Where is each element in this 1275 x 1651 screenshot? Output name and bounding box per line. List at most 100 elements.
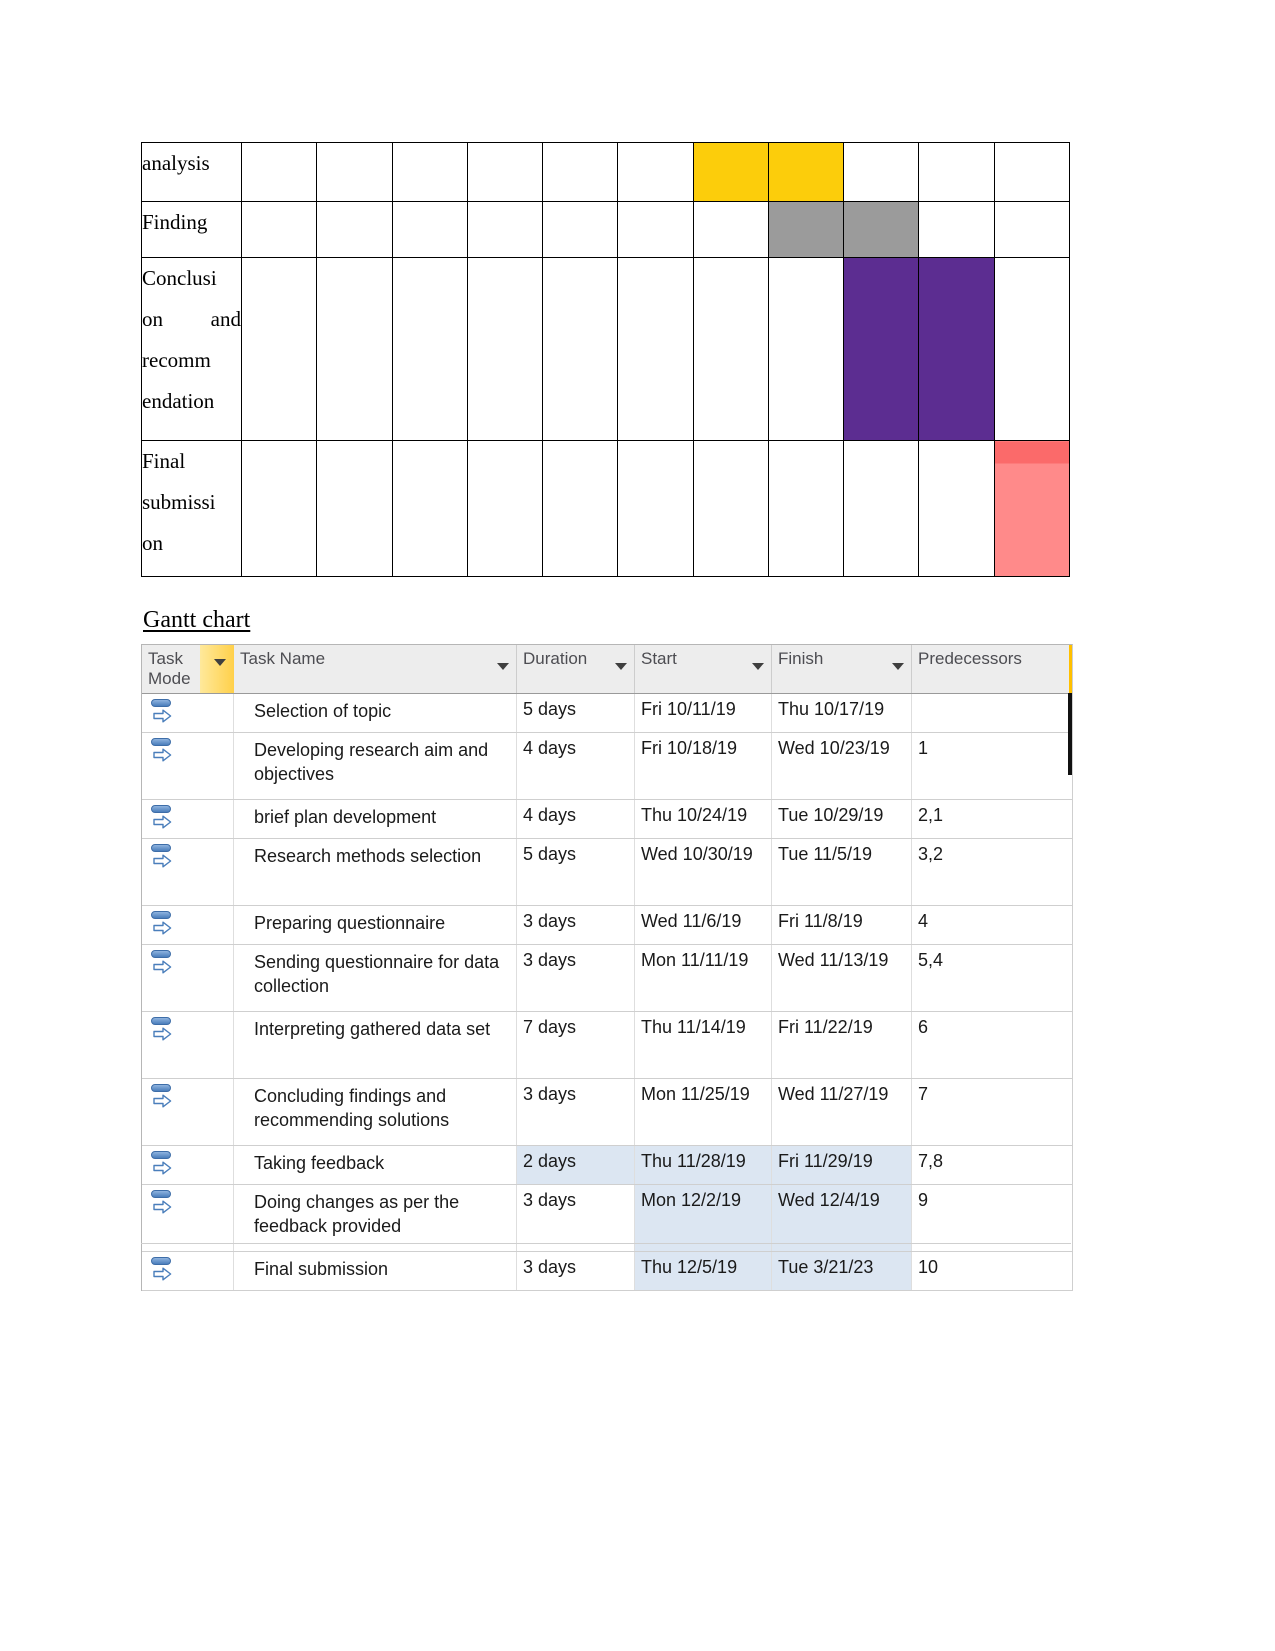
task-mode-cell[interactable]	[142, 945, 234, 1011]
task-mode-cell[interactable]	[142, 1079, 234, 1145]
chevron-down-icon[interactable]	[615, 663, 627, 670]
task-predecessors-cell[interactable]: 3,2	[912, 839, 1070, 905]
task-predecessors-cell[interactable]: 7,8	[912, 1146, 1070, 1184]
task-name-cell[interactable]: Developing research aim and objectives	[234, 733, 517, 799]
chevron-down-icon[interactable]	[892, 663, 904, 670]
auto-schedule-icon	[150, 843, 176, 871]
task-predecessors-cell[interactable]: 4	[912, 906, 1070, 944]
table-row[interactable]: Selection of topic 5 days Fri 10/11/19 Thu …	[142, 694, 1072, 733]
wbs-cell-c7	[692, 201, 769, 258]
task-finish-cell[interactable]: Tue 10/29/19	[772, 800, 912, 838]
task-duration-cell[interactable]: 3 days	[517, 1079, 635, 1145]
task-mode-cell[interactable]	[142, 1012, 234, 1078]
auto-schedule-icon	[150, 1189, 176, 1217]
task-name-cell[interactable]: Concluding findings and recommending sol…	[234, 1079, 517, 1145]
task-predecessors-cell[interactable]: 7	[912, 1079, 1070, 1145]
task-duration-cell[interactable]: 3 days	[517, 1252, 635, 1290]
chevron-down-icon[interactable]	[497, 663, 509, 670]
task-name-cell[interactable]: Final submission	[234, 1252, 517, 1290]
table-row[interactable]: Taking feedback 2 days Thu 11/28/19 Fri 11/…	[142, 1146, 1072, 1185]
task-name-cell[interactable]: Preparing questionnaire	[234, 906, 517, 944]
column-header-predecessors[interactable]: Predecessors	[912, 645, 1070, 693]
task-start-cell[interactable]: Thu 10/24/19	[635, 800, 772, 838]
task-start-cell[interactable]: Mon 11/25/19	[635, 1079, 772, 1145]
task-mode-cell[interactable]	[142, 733, 234, 799]
task-start-cell[interactable]: Mon 12/2/19	[635, 1185, 772, 1251]
wbs-cell-c9	[843, 142, 920, 202]
task-predecessors-cell[interactable]: 9	[912, 1185, 1070, 1251]
task-mode-cell[interactable]	[142, 694, 234, 732]
task-finish-cell[interactable]: Fri 11/22/19	[772, 1012, 912, 1078]
task-name-cell[interactable]: Selection of topic	[234, 694, 517, 732]
task-predecessors-cell[interactable]	[912, 694, 1070, 732]
column-header-task-mode[interactable]: Task Mode	[142, 645, 234, 693]
task-mode-cell[interactable]	[142, 1252, 234, 1290]
task-mode-cell[interactable]	[142, 800, 234, 838]
task-duration-cell[interactable]: 4 days	[517, 800, 635, 838]
task-start-cell[interactable]: Fri 10/18/19	[635, 733, 772, 799]
table-row[interactable]: Concluding findings and recommending sol…	[142, 1079, 1072, 1146]
table-row[interactable]: Sending questionnaire for data collectio…	[142, 945, 1072, 1012]
task-finish-cell[interactable]: Wed 10/23/19	[772, 733, 912, 799]
wbs-cell-c1	[240, 257, 318, 441]
task-start-cell[interactable]: Thu 11/28/19	[635, 1146, 772, 1184]
task-duration-cell[interactable]: 5 days	[517, 839, 635, 905]
task-start-cell[interactable]: Wed 10/30/19	[635, 839, 772, 905]
task-name-cell[interactable]: Doing changes as per the feedback provid…	[234, 1185, 517, 1251]
task-finish-cell[interactable]: Tue 11/5/19	[772, 839, 912, 905]
table-header-row: Task Mode Task Name Duration Start Finis…	[142, 645, 1072, 694]
wbs-row-label: analysis	[141, 142, 242, 202]
task-duration-cell[interactable]: 2 days	[517, 1146, 635, 1184]
column-header-finish[interactable]: Finish	[772, 645, 912, 693]
table-row[interactable]: Research methods selection 5 days Wed 10/3…	[142, 839, 1072, 906]
table-row[interactable]: brief plan development 4 days Thu 10/24/19…	[142, 800, 1072, 839]
auto-schedule-icon	[150, 737, 176, 765]
task-finish-cell[interactable]: Fri 11/8/19	[772, 906, 912, 944]
chevron-down-icon[interactable]	[752, 663, 764, 670]
task-name-cell[interactable]: Sending questionnaire for data collectio…	[234, 945, 517, 1011]
task-name-cell[interactable]: brief plan development	[234, 800, 517, 838]
task-name-cell[interactable]: Research methods selection	[234, 839, 517, 905]
column-header-duration[interactable]: Duration	[517, 645, 635, 693]
task-name-cell[interactable]: Taking feedback	[234, 1146, 517, 1184]
task-duration-cell[interactable]: 3 days	[517, 906, 635, 944]
auto-schedule-icon	[150, 910, 176, 938]
task-finish-cell[interactable]: Fri 11/29/19	[772, 1146, 912, 1184]
task-start-cell[interactable]: Thu 11/14/19	[635, 1012, 772, 1078]
task-start-cell[interactable]: Mon 11/11/19	[635, 945, 772, 1011]
task-duration-cell[interactable]: 5 days	[517, 694, 635, 732]
task-duration-cell[interactable]: 4 days	[517, 733, 635, 799]
wbs-cell-c8	[767, 440, 845, 577]
task-mode-cell[interactable]	[142, 839, 234, 905]
table-row[interactable]: Doing changes as per the feedback provid…	[142, 1185, 1072, 1252]
task-predecessors-cell[interactable]: 2,1	[912, 800, 1070, 838]
chevron-down-icon[interactable]	[214, 659, 226, 666]
task-mode-cell[interactable]	[142, 1185, 234, 1251]
task-start-cell[interactable]: Thu 12/5/19	[635, 1252, 772, 1290]
task-start-cell[interactable]: Wed 11/6/19	[635, 906, 772, 944]
task-duration-cell[interactable]: 3 days	[517, 1185, 635, 1251]
table-row[interactable]: Developing research aim and objectives 4 …	[142, 733, 1072, 800]
task-finish-cell[interactable]: Wed 12/4/19	[772, 1185, 912, 1251]
task-mode-cell[interactable]	[142, 1146, 234, 1184]
wbs-cell-c5	[542, 440, 619, 577]
task-finish-cell[interactable]: Wed 11/13/19	[772, 945, 912, 1011]
task-finish-cell[interactable]: Tue 3/21/23	[772, 1252, 912, 1290]
task-finish-cell[interactable]: Wed 11/27/19	[772, 1079, 912, 1145]
table-row[interactable]: Preparing questionnaire 3 days Wed 11/6/19…	[142, 906, 1072, 945]
task-name-cell[interactable]: Interpreting gathered data set	[234, 1012, 517, 1078]
task-duration-cell[interactable]: 3 days	[517, 945, 635, 1011]
table-row[interactable]: Interpreting gathered data set 7 days Thu …	[142, 1012, 1072, 1079]
task-finish-cell[interactable]: Thu 10/17/19	[772, 694, 912, 732]
table-row[interactable]: Final submission 3 days Thu 12/5/19 Tue 3/2…	[142, 1252, 1072, 1291]
task-predecessors-cell[interactable]: 10	[912, 1252, 1070, 1290]
task-mode-cell[interactable]	[142, 906, 234, 944]
task-duration-cell[interactable]: 7 days	[517, 1012, 635, 1078]
wbs-row-label: Final submissi on	[141, 440, 242, 577]
task-predecessors-cell[interactable]: 1	[912, 733, 1070, 799]
column-header-task-name[interactable]: Task Name	[234, 645, 517, 693]
task-predecessors-cell[interactable]: 5,4	[912, 945, 1070, 1011]
task-start-cell[interactable]: Fri 10/11/19	[635, 694, 772, 732]
task-predecessors-cell[interactable]: 6	[912, 1012, 1070, 1078]
column-header-start[interactable]: Start	[635, 645, 772, 693]
